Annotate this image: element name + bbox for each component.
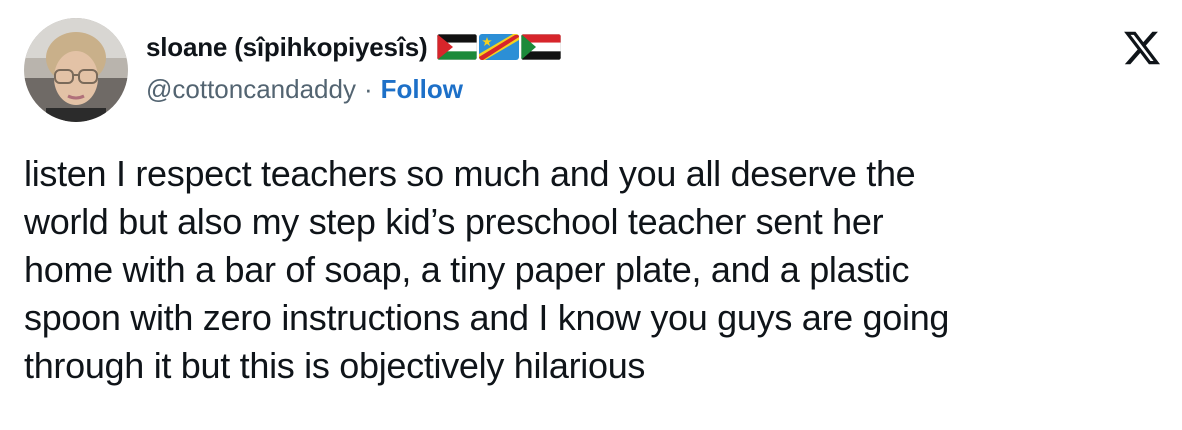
- palestine-flag-icon: [436, 34, 477, 60]
- user-handle[interactable]: @cottoncandaddy: [146, 74, 356, 105]
- display-name[interactable]: sloane (sîpihkopiyesîs): [146, 32, 428, 63]
- separator-dot: ·: [363, 74, 373, 104]
- avatar-photo: [24, 18, 128, 122]
- dr-congo-flag-icon: [478, 34, 519, 60]
- tweet-text: listen I respect teachers so much and yo…: [24, 153, 950, 386]
- follow-button[interactable]: Follow: [381, 74, 463, 105]
- sudan-flag-icon: [520, 34, 561, 60]
- display-name-row: sloane (sîpihkopiyesîs): [146, 30, 561, 64]
- tweet-header: sloane (sîpihkopiyesîs) @cottoncandaddy …: [24, 16, 1162, 126]
- name-block: sloane (sîpihkopiyesîs) @cottoncandaddy …: [146, 30, 561, 105]
- tweet-card: sloane (sîpihkopiyesîs) @cottoncandaddy …: [0, 0, 1182, 430]
- x-logo-icon[interactable]: [1122, 28, 1162, 68]
- avatar[interactable]: [24, 18, 128, 122]
- handle-row: @cottoncandaddy · Follow: [146, 74, 561, 105]
- flag-emojis: [436, 34, 561, 60]
